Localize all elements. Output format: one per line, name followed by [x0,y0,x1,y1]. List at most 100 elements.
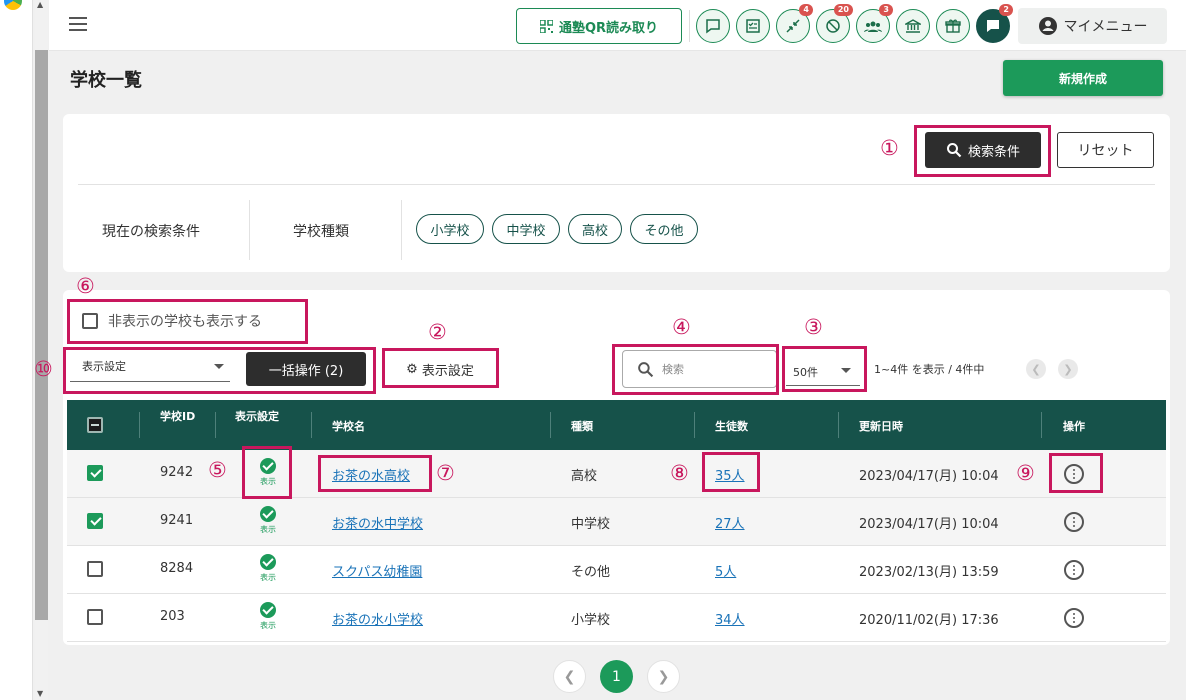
my-menu-label: マイメニュー [1063,19,1148,35]
hamburger-menu-icon[interactable] [69,17,87,31]
bank-button[interactable] [896,9,930,43]
school-name-link[interactable]: お茶の水中学校 [332,513,423,532]
row-checkbox[interactable] [87,513,103,529]
header-type[interactable]: 種類 [571,418,593,434]
student-count-link[interactable]: 5人 [715,561,736,580]
right-scrollbar[interactable] [1186,0,1200,700]
header-school-id[interactable]: 学校ID [160,408,195,424]
new-create-button[interactable]: 新規作成 [1003,60,1163,96]
annotation-number: ⑦ [436,461,455,485]
school-id: 8284 [160,561,194,576]
school-name-link[interactable]: お茶の水小学校 [332,609,423,628]
school-type: 中学校 [571,517,611,532]
school-type: 高校 [571,469,598,484]
checklist-button[interactable] [736,9,770,43]
header-display[interactable]: 表示設定 [235,408,279,424]
annotation-number: ② [428,320,447,344]
pagination-page-button[interactable]: 1 [600,660,633,693]
header-updated[interactable]: 更新日時 [859,418,903,434]
message-button[interactable]: 2 [976,4,1013,43]
chip-elementary[interactable]: 小学校 [416,214,484,244]
updated-at: 2023/02/13(月) 13:59 [859,565,999,580]
prev-page-button[interactable]: ❮ [1026,359,1046,379]
scroll-down-icon[interactable]: ▼ [37,689,43,698]
more-vert-icon[interactable] [1064,608,1084,628]
updated-at: 2020/11/02(月) 17:36 [859,613,999,628]
select-all-checkbox[interactable] [87,417,103,433]
arrows-badge: 4 [799,4,813,16]
table-row[interactable]: 8284 表示 スクパス幼稚園 その他 5人 2023/02/13(月) 13:… [67,546,1166,594]
table-row[interactable]: 9242 表示 お茶の水高校 高校 35人 2023/04/17(月) 10:0… [67,450,1166,498]
next-page-button[interactable]: ❯ [1058,359,1078,379]
qr-scan-button[interactable]: 通塾QR読み取り [516,8,682,44]
my-menu-button[interactable]: マイメニュー [1018,8,1167,44]
page-info: 1~4件 を表示 / 4件中 [874,363,985,376]
annotation-highlight [702,452,760,492]
checklist-icon [746,19,760,33]
arrows-icon [786,19,800,33]
annotation-highlight [318,455,432,492]
chat-button[interactable] [696,9,730,43]
header-students[interactable]: 生徒数 [715,418,748,434]
school-type: その他 [571,565,611,580]
student-count-link[interactable]: 34人 [715,609,745,628]
annotation-number: ⑧ [670,461,689,485]
arrows-button[interactable]: 4 [776,4,813,43]
school-id: 9241 [160,513,194,528]
annotation-highlight [63,347,376,394]
current-conditions-label: 現在の検索条件 [102,224,200,240]
chevron-right-icon: ❯ [1063,362,1073,376]
pagination-prev-button[interactable]: ❮ [553,660,586,693]
header-actions: 操作 [1063,420,1085,433]
toolbar-divider [689,10,690,42]
chip-other[interactable]: その他 [630,214,698,244]
ban-icon [826,19,840,33]
annotation-number: ⑩ [34,357,53,381]
message-badge: 2 [999,4,1013,16]
app-logo-icon [4,0,22,10]
display-status-label: 表示 [260,573,276,582]
more-vert-icon[interactable] [1064,560,1084,580]
table-row[interactable]: 203 表示 お茶の水小学校 小学校 34人 2020/11/02(月) 17:… [67,594,1166,642]
qr-scan-label: 通塾QR読み取り [558,20,659,36]
scrollbar-thumb[interactable] [35,50,48,620]
school-table: 学校ID 表示設定 学校名 種類 生徒数 更新日時 操作 9242 表示 お茶の… [67,400,1166,642]
annotation-highlight [782,346,867,392]
chevron-left-icon: ❮ [1031,362,1041,376]
school-type: 小学校 [571,613,611,628]
student-count-link[interactable]: 27人 [715,513,745,532]
row-checkbox[interactable] [87,561,103,577]
annotation-highlight [612,344,779,395]
pagination-next-button[interactable]: ❯ [647,660,680,693]
check-circle-icon [260,554,276,570]
header-school-name[interactable]: 学校名 [332,418,365,434]
annotation-highlight [242,446,292,499]
chat-icon [706,19,720,34]
school-id: 9242 [160,465,194,480]
reset-button[interactable]: リセット [1057,132,1154,168]
header-divider [694,412,695,438]
display-status: 表示 [257,602,279,631]
more-vert-icon[interactable] [1064,512,1084,532]
vertical-scrollbar[interactable]: ▲ ▼ [35,0,48,700]
row-checkbox[interactable] [87,609,103,625]
top-bar: 通塾QR読み取り 4 20 3 2 マイメニュー [49,0,1186,51]
annotation-number: ⑨ [1016,461,1035,485]
display-status: 表示 [257,506,279,535]
message-icon [987,20,999,32]
group-button[interactable]: 3 [856,4,893,43]
annotation-number: ④ [672,315,691,339]
bank-icon [905,19,921,33]
display-status-label: 表示 [260,525,276,534]
chip-high-school[interactable]: 高校 [568,214,622,244]
school-name-link[interactable]: スクパス幼稚園 [332,561,422,580]
scroll-up-icon[interactable]: ▲ [37,0,43,9]
annotation-highlight [1049,453,1103,493]
table-row[interactable]: 9241 表示 お茶の水中学校 中学校 27人 2023/04/17(月) 10… [67,498,1166,546]
row-checkbox[interactable] [87,465,103,481]
gift-button[interactable] [936,9,970,43]
chip-junior-high[interactable]: 中学校 [492,214,560,244]
ban-button[interactable]: 20 [816,4,853,43]
annotation-highlight [382,348,499,388]
group-badge: 3 [879,4,893,16]
